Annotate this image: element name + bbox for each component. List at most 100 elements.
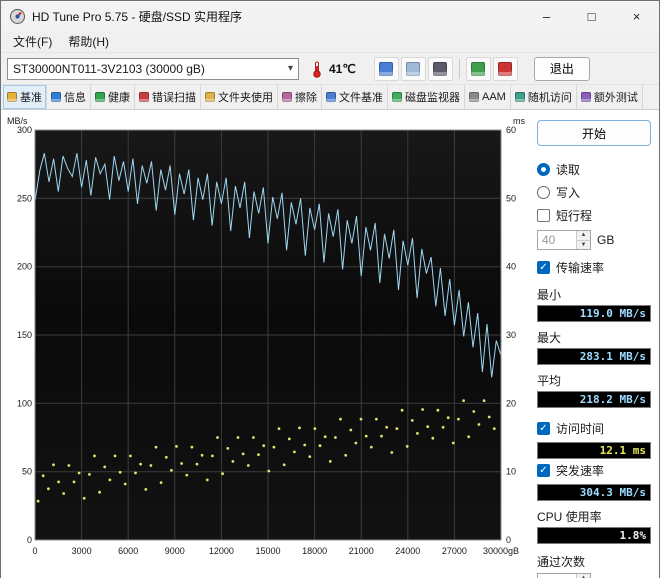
disk-monitor-icon — [392, 92, 402, 102]
tab-erase[interactable]: 擦除 — [278, 85, 322, 109]
tab-label: 错误扫描 — [152, 92, 196, 104]
benchmark-icon — [7, 92, 17, 102]
copy-screen-icon — [379, 61, 394, 76]
write-radio[interactable] — [537, 186, 550, 199]
svg-text:12000: 12000 — [209, 546, 234, 556]
minimize-button[interactable]: – — [524, 1, 569, 31]
control-panel: 开始 读取 写入 短行程 40 ▲ ▼ GB ✓ 传输速率 最小 119.0 M… — [529, 114, 657, 578]
svg-text:15000: 15000 — [255, 546, 280, 556]
spinner-arrows[interactable]: ▲ ▼ — [576, 574, 590, 578]
hd-tune-window: HD Tune Pro 5.75 - 硬盘/SSD 实用程序 – □ × 文件(… — [1, 1, 659, 578]
tab-benchmark[interactable]: 基准 — [3, 85, 47, 109]
aam-icon — [469, 92, 479, 102]
svg-text:24000: 24000 — [395, 546, 420, 556]
read-radio[interactable] — [537, 163, 550, 176]
erase-icon — [282, 92, 292, 102]
update-button[interactable] — [492, 56, 518, 81]
tab-random-access[interactable]: 随机访问 — [511, 85, 577, 109]
maximize-button[interactable]: □ — [569, 1, 614, 31]
spinner-down-icon[interactable]: ▼ — [577, 240, 590, 249]
benchmark-chart: 300 250 200 150 100 50 0 60 50 40 30 20 10 0 0 3000 6000… — [5, 114, 529, 578]
tab-aam[interactable]: AAM — [465, 85, 511, 109]
start-button[interactable]: 开始 — [537, 120, 651, 146]
spinner-up-icon[interactable]: ▲ — [577, 574, 590, 578]
update-icon — [498, 61, 513, 76]
access-time-checkbox[interactable]: ✓ — [537, 422, 550, 435]
short-stroke-spinner[interactable]: 40 ▲ ▼ — [537, 230, 591, 250]
svg-text:250: 250 — [17, 193, 32, 203]
menu-item-0[interactable]: 文件(F) — [5, 31, 60, 52]
screenshot-camera-button[interactable] — [427, 56, 453, 81]
copy-screen-button[interactable] — [373, 56, 399, 81]
pass-count-row: 1 ▲ ▼ — [537, 573, 651, 578]
svg-text:0: 0 — [27, 535, 32, 545]
file-benchmark-icon — [326, 92, 336, 102]
chevron-down-icon: ▾ — [287, 63, 293, 74]
transfer-rate-row[interactable]: ✓ 传输速率 — [537, 259, 651, 276]
short-stroke-checkbox[interactable] — [537, 209, 550, 222]
health-icon — [95, 92, 105, 102]
svg-text:18000: 18000 — [302, 546, 327, 556]
svg-text:60: 60 — [506, 125, 516, 135]
burst-rate-checkbox[interactable]: ✓ — [537, 464, 550, 477]
svg-text:MB/s: MB/s — [7, 116, 28, 126]
tab-disk-monitor[interactable]: 磁盘监视器 — [388, 85, 465, 109]
benchmark-chart-svg: 30025020015010050060504030201000 3000 6000… — [7, 116, 525, 556]
titlebar: HD Tune Pro 5.75 - 硬盘/SSD 实用程序 – □ × — [1, 1, 659, 31]
tab-health[interactable]: 健康 — [91, 85, 135, 109]
burst-rate-display: 304.3 MB/s — [537, 484, 651, 501]
tab-extra-tests[interactable]: 额外测试 — [577, 85, 643, 109]
access-time-label: 访问时间 — [556, 422, 605, 436]
tab-label: 文件夹使用 — [218, 92, 273, 104]
copy-data-icon — [406, 61, 421, 76]
copy-data-button[interactable] — [400, 56, 426, 81]
svg-text:0: 0 — [32, 546, 37, 556]
pass-count-value: 1 — [538, 574, 576, 578]
screenshot-camera-icon — [433, 61, 448, 76]
svg-text:3000: 3000 — [72, 546, 92, 556]
svg-text:ms: ms — [513, 116, 525, 126]
close-button[interactable]: × — [614, 1, 659, 31]
tab-file-benchmark[interactable]: 文件基准 — [322, 85, 388, 109]
transfer-rate-label: 传输速率 — [556, 261, 605, 275]
min-value-display: 119.0 MB/s — [537, 305, 651, 322]
spinner-arrows[interactable]: ▲ ▼ — [576, 231, 590, 249]
save-results-button[interactable] — [465, 56, 491, 81]
write-radio-row[interactable]: 写入 — [537, 184, 651, 201]
tab-folder-usage[interactable]: 文件夹使用 — [201, 85, 278, 109]
svg-text:0: 0 — [506, 535, 511, 545]
tab-error-scan[interactable]: 错误扫描 — [135, 85, 201, 109]
tab-label: 擦除 — [295, 92, 317, 104]
cpu-usage-label: CPU 使用率 — [537, 510, 602, 524]
drive-selector[interactable]: ST30000NT011-3V2103 (30000 gB) ▾ — [7, 57, 299, 80]
burst-rate-row[interactable]: ✓ 突发速率 — [537, 462, 651, 479]
tab-label: 健康 — [108, 92, 130, 104]
info-icon — [51, 92, 61, 102]
svg-text:10: 10 — [506, 467, 516, 477]
tab-label: 信息 — [64, 92, 86, 104]
svg-text:20: 20 — [506, 398, 516, 408]
transfer-rate-checkbox[interactable]: ✓ — [537, 261, 550, 274]
menu-item-1[interactable]: 帮助(H) — [60, 31, 117, 52]
svg-text:50: 50 — [506, 193, 516, 203]
svg-text:27000: 27000 — [442, 546, 467, 556]
write-radio-label: 写入 — [556, 186, 581, 200]
spinner-up-icon[interactable]: ▲ — [577, 231, 590, 241]
drive-selector-value: ST30000NT011-3V2103 (30000 gB) — [13, 61, 205, 76]
tab-label: 磁盘监视器 — [405, 92, 460, 104]
gb-unit-label: GB — [597, 233, 615, 247]
access-time-row[interactable]: ✓ 访问时间 — [537, 420, 651, 437]
read-radio-row[interactable]: 读取 — [537, 161, 651, 178]
temperature-icon — [311, 60, 323, 78]
pass-count-spinner[interactable]: 1 ▲ ▼ — [537, 573, 591, 578]
read-radio-label: 读取 — [556, 163, 581, 177]
short-stroke-size-row: 40 ▲ ▼ GB — [537, 230, 651, 250]
exit-button[interactable]: 退出 — [533, 56, 590, 81]
burst-rate-label: 突发速率 — [556, 464, 605, 478]
svg-text:40: 40 — [506, 262, 516, 272]
short-stroke-row[interactable]: 短行程 — [537, 207, 651, 224]
toolbar-icon-group — [373, 56, 518, 81]
min-label: 最小 — [537, 288, 562, 302]
tab-info[interactable]: 信息 — [47, 85, 91, 109]
error-scan-icon — [139, 92, 149, 102]
